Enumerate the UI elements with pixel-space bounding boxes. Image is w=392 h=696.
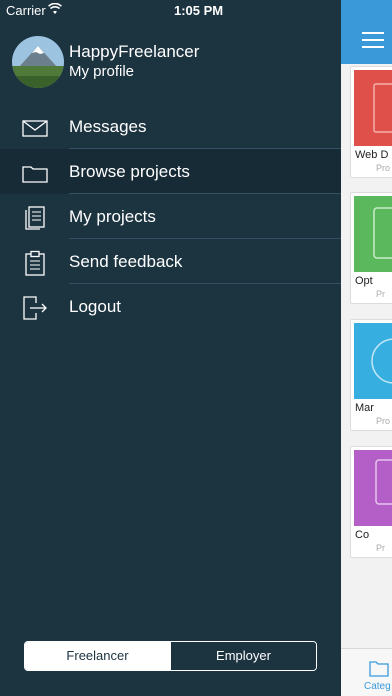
category-card[interactable]: Web D Pro <box>350 66 392 178</box>
my-profile-link[interactable]: My profile <box>69 63 134 80</box>
segment-freelancer[interactable]: Freelancer <box>25 642 170 670</box>
folder-icon <box>22 166 48 183</box>
category-card[interactable]: Co Pr <box>350 446 392 558</box>
card-subtitle: Pro <box>376 416 391 426</box>
menu-label: Logout <box>69 297 121 316</box>
tab-bar: Categ <box>341 648 392 696</box>
drawer-menu: Messages Browse projects My projects Sen… <box>0 104 341 329</box>
folder-icon[interactable] <box>369 659 389 677</box>
envelope-icon <box>22 120 48 137</box>
card-title: Opt <box>355 275 373 287</box>
category-card[interactable]: Opt Pr <box>350 192 392 304</box>
menu-item-logout[interactable]: Logout <box>0 284 341 329</box>
category-thumbnail <box>354 196 392 272</box>
main-content-peek[interactable]: Web D Pro Opt Pr Mar Pro Co Pr Categ <box>341 0 392 696</box>
card-subtitle: Pro <box>376 163 391 173</box>
card-title: Web D <box>355 149 389 161</box>
role-segmented-control: Freelancer Employer <box>24 641 317 671</box>
tab-categories[interactable]: Categ <box>364 681 391 692</box>
hamburger-menu-icon[interactable] <box>362 32 384 48</box>
carrier-label: Carrier <box>6 3 46 18</box>
category-thumbnail <box>354 450 392 526</box>
menu-label: Browse projects <box>69 162 190 181</box>
status-time: 1:05 PM <box>174 3 224 18</box>
menu-item-send-feedback[interactable]: Send feedback <box>0 239 341 284</box>
profile-header[interactable]: HappyFreelancer My profile <box>12 36 312 90</box>
menu-label: My projects <box>69 207 156 226</box>
clipboard-icon <box>25 250 45 276</box>
logout-icon <box>23 296 47 320</box>
category-thumbnail <box>354 323 392 399</box>
card-title: Mar <box>355 402 374 414</box>
menu-label: Send feedback <box>69 252 183 271</box>
menu-item-messages[interactable]: Messages <box>0 104 341 149</box>
segment-employer[interactable]: Employer <box>170 642 316 670</box>
category-card[interactable]: Mar Pro <box>350 319 392 431</box>
card-subtitle: Pr <box>376 289 385 299</box>
menu-item-my-projects[interactable]: My projects <box>0 194 341 239</box>
navbar <box>341 0 392 64</box>
documents-icon <box>25 206 45 230</box>
menu-item-browse-projects[interactable]: Browse projects <box>0 149 341 194</box>
side-drawer: Carrier 1:05 PM HappyFreelancer My profi… <box>0 0 341 696</box>
menu-label: Messages <box>69 117 147 136</box>
status-bar: Carrier 1:05 PM <box>0 0 341 20</box>
card-subtitle: Pr <box>376 543 385 553</box>
wifi-icon <box>48 3 62 14</box>
avatar <box>12 36 64 88</box>
category-thumbnail <box>354 70 392 146</box>
card-title: Co <box>355 529 370 541</box>
profile-name: HappyFreelancer <box>69 42 200 61</box>
